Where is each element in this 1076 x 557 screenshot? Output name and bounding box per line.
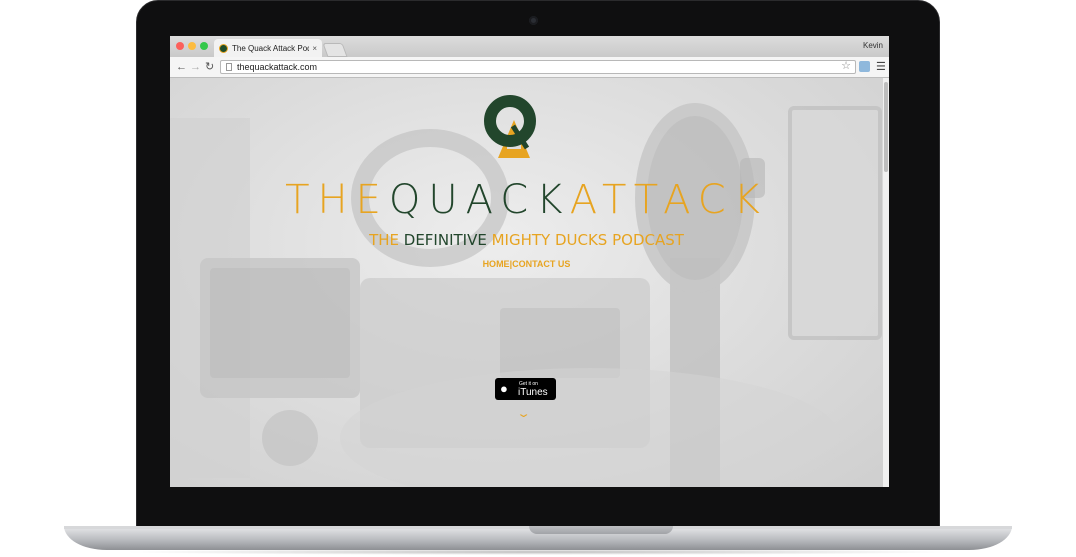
laptop-base <box>64 526 1012 550</box>
quack-attack-logo <box>484 95 536 158</box>
zoom-window-button[interactable] <box>200 42 208 50</box>
tagline-the: THE <box>369 231 399 249</box>
favicon-icon <box>219 43 228 53</box>
chevron-down-icon[interactable]: ⌄ <box>516 407 531 420</box>
menu-hamburger-icon[interactable]: ☰ <box>876 60 886 74</box>
tagline: THE DEFINITIVE MIGHTY DUCKS PODCAST <box>170 231 883 249</box>
scrollbar-thumb[interactable] <box>884 82 888 172</box>
page-scrollbar[interactable] <box>883 78 889 487</box>
reload-icon[interactable]: ↻ <box>205 60 214 74</box>
webcam <box>529 16 538 25</box>
back-arrow-icon[interactable]: ← <box>176 60 187 74</box>
new-tab-button[interactable] <box>322 43 348 57</box>
page-icon <box>226 63 232 71</box>
browser-toolbar: ← → ↻ thequackattack.com ☆ ☰ <box>170 57 889 78</box>
tab-title: The Quack Attack Podcast <box>232 43 309 53</box>
base-notch <box>529 526 673 534</box>
title-the: THE <box>285 177 389 223</box>
forward-arrow-icon[interactable]: → <box>190 60 201 74</box>
tagline-podcast: MIGHTY DUCKS PODCAST <box>491 231 684 249</box>
nav-contact-link[interactable]: CONTACT US <box>512 259 570 269</box>
profile-name[interactable]: Kevin <box>863 41 883 50</box>
nav-home-link[interactable]: HOME <box>483 259 510 269</box>
tab-close-icon[interactable]: × <box>312 44 317 53</box>
laptop-screen: The Quack Attack Podcast × Kevin ← → ↻ t… <box>170 36 889 487</box>
browser-tab-bar: The Quack Attack Podcast × Kevin <box>170 36 889 57</box>
site-nav: HOME|CONTACT US <box>170 258 883 270</box>
bookmark-star-icon[interactable]: ☆ <box>841 60 851 72</box>
itunes-label: iTunes <box>518 387 548 398</box>
url-text: thequackattack.com <box>237 62 318 72</box>
title-attack: ATTACK <box>569 177 768 223</box>
close-window-button[interactable] <box>176 42 184 50</box>
browser-tab[interactable]: The Quack Attack Podcast × <box>214 39 322 57</box>
tagline-definitive: DEFINITIVE <box>403 231 487 249</box>
minimize-window-button[interactable] <box>188 42 196 50</box>
itunes-badge-button[interactable]: ● Get it on iTunes <box>495 378 556 400</box>
web-page: THEQUACKATTACK THE DEFINITIVE MIGHTY DUC… <box>170 78 889 487</box>
apple-icon: ● <box>500 381 508 396</box>
window-controls <box>176 42 208 50</box>
address-bar[interactable]: thequackattack.com ☆ <box>220 60 856 74</box>
site-title: THEQUACKATTACK <box>170 178 883 222</box>
title-quack: QUACK <box>388 177 570 223</box>
extension-camera-icon[interactable] <box>859 61 870 72</box>
